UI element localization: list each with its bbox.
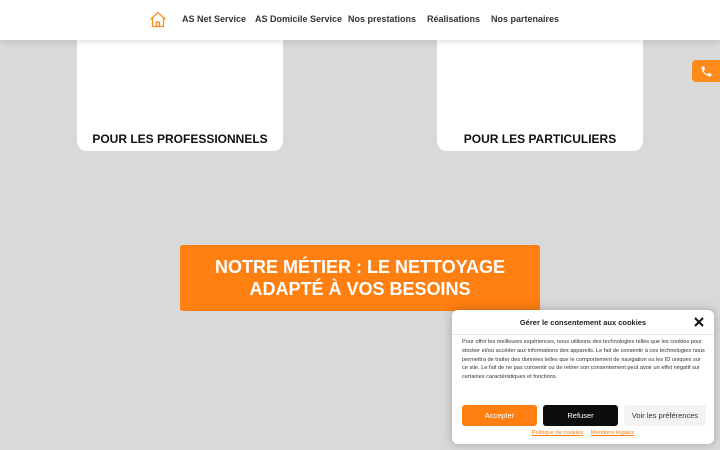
nav-item-as-net-service[interactable]: AS Net Service	[182, 14, 246, 24]
nav-item-realisations[interactable]: Réalisations	[427, 14, 480, 24]
close-icon[interactable]	[694, 317, 704, 327]
cookie-policy-link[interactable]: Politique de cookies	[532, 430, 584, 436]
nav-item-nos-partenaires[interactable]: Nos partenaires	[491, 14, 559, 24]
banner-line-1: NOTRE MÉTIER : LE NETTOYAGE	[214, 257, 506, 277]
cookie-links: Politique de cookies Mentions légales	[452, 430, 714, 436]
nav-item-as-domicile-service[interactable]: AS Domicile Service	[255, 14, 342, 24]
cookie-description: Pour offrir les meilleures expériences, …	[462, 339, 705, 381]
refuse-button[interactable]: Refuser	[543, 405, 618, 426]
legal-notice-link[interactable]: Mentions légales	[591, 430, 635, 436]
card-particuliers-label: POUR LES PARTICULIERS	[463, 132, 617, 146]
card-professionnels[interactable]: POUR LES PROFESSIONNELS	[77, 40, 283, 151]
top-navbar: AS Net Service AS Domicile Service Nos p…	[0, 0, 720, 40]
card-professionnels-label: POUR LES PROFESSIONNELS	[92, 132, 268, 146]
preferences-button[interactable]: Voir les préférences	[624, 405, 706, 426]
phone-icon	[701, 66, 712, 77]
house-icon[interactable]	[149, 11, 167, 28]
metier-banner: NOTRE MÉTIER : LE NETTOYAGE ADAPTÉ À VOS…	[180, 245, 540, 311]
cookie-consent-dialog: Gérer le consentement aux cookies Pour o…	[452, 310, 714, 444]
accept-button[interactable]: Accepter	[462, 405, 537, 426]
card-particuliers[interactable]: POUR LES PARTICULIERS	[437, 40, 643, 151]
cookie-title: Gérer le consentement aux cookies	[519, 318, 647, 327]
cookie-divider	[452, 334, 714, 335]
nav-item-nos-prestations[interactable]: Nos prestations	[348, 14, 416, 24]
banner-line-2: ADAPTÉ À VOS BESOINS	[249, 279, 471, 299]
phone-button[interactable]	[692, 60, 720, 82]
